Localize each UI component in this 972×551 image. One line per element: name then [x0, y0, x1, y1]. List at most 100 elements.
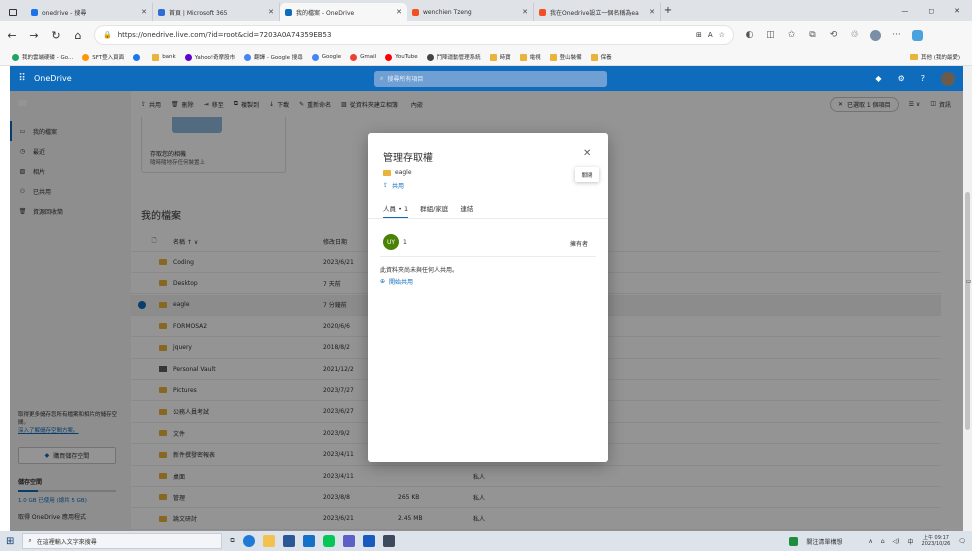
bookmark-item[interactable]: 翻譯 - Google 搜尋	[244, 53, 303, 61]
new-tab-button[interactable]: +	[661, 5, 675, 16]
folder-icon	[489, 53, 497, 61]
minimize-button[interactable]: —	[901, 7, 908, 15]
add-circle-icon: ⊕	[380, 278, 386, 285]
bookmark-item[interactable]	[133, 53, 143, 61]
search-icon: ⌕	[28, 537, 32, 544]
dialog-tab[interactable]: 人員 • 1	[383, 203, 409, 219]
back-icon[interactable]: ←	[6, 29, 18, 42]
bookmark-label: 登山裝備	[559, 55, 582, 61]
folder-icon	[549, 53, 557, 61]
bookmark-item[interactable]: Gmail	[350, 53, 376, 61]
person-divider	[380, 256, 596, 257]
bookmark-item[interactable]: 登山裝備	[549, 53, 582, 61]
volume-icon[interactable]: ◁)	[893, 538, 900, 545]
tab-close-icon[interactable]: ✕	[649, 8, 655, 16]
split-screen-icon[interactable]: ◫	[765, 30, 776, 40]
bookmark-item[interactable]: 我的雲端硬碟 - Go...	[12, 53, 73, 61]
history-icon[interactable]: ⟲	[828, 30, 839, 40]
browser-tab[interactable]: 我在Onedrive設立一個名稱為ea ✕	[534, 3, 661, 21]
browser-tab[interactable]: wenchien Tzeng ✕	[407, 3, 534, 21]
teams-icon[interactable]	[342, 535, 355, 547]
input-lang[interactable]: 中	[908, 537, 914, 546]
folder-icon	[590, 53, 598, 61]
home-icon[interactable]: ⌂	[72, 29, 84, 42]
share-link-button[interactable]: ⇪ 共用	[383, 181, 404, 190]
notification-text[interactable]: 關注清單構想	[806, 537, 842, 546]
browser-tab[interactable]: onedrive - 搜尋 ✕	[26, 3, 153, 21]
tab-close-icon[interactable]: ✕	[141, 8, 147, 16]
yahoo-icon	[184, 53, 192, 61]
browser-tab[interactable]: 首頁 | Microsoft 365 ✕	[153, 3, 280, 21]
app-available-icon[interactable]: ⊞	[696, 31, 702, 39]
taskbar-search[interactable]: ⌕ 在這裡輸入文字來搜尋	[22, 533, 223, 549]
windows-start-icon[interactable]: ⊞	[6, 536, 14, 547]
favorite-star-icon[interactable]: ☆	[719, 31, 725, 39]
favorites-icon[interactable]: ✩	[786, 30, 797, 40]
tab-close-icon[interactable]: ✕	[268, 8, 274, 16]
scrollbar-thumb[interactable]	[965, 192, 970, 430]
profile-icon[interactable]	[870, 29, 881, 41]
dialog-tab[interactable]: 連結	[460, 203, 473, 219]
bookmark-label: Yahoo!奇摩股市	[194, 55, 236, 61]
search-box[interactable]: ⌕ 搜尋所有項目	[374, 70, 607, 87]
mail-icon[interactable]	[302, 535, 315, 547]
bookmark-item[interactable]: 電視	[519, 53, 541, 61]
settings-gear-icon[interactable]: ⚙	[898, 74, 905, 83]
tab-close-icon[interactable]: ✕	[396, 8, 402, 16]
task-view-icon[interactable]: ⧉	[230, 537, 234, 545]
app-icon[interactable]	[382, 535, 395, 547]
clock[interactable]: 上午 09:17 2023/10/26	[922, 535, 951, 547]
bookmark-item[interactable]: Google	[311, 53, 341, 61]
bookmark-item[interactable]: YouTube	[385, 53, 418, 61]
tab-divider	[368, 218, 608, 219]
share-icon: ⇪	[383, 182, 389, 189]
tab-close-icon[interactable]: ✕	[522, 8, 528, 16]
notification-center-icon[interactable]: 🗨	[958, 538, 972, 545]
line-icon[interactable]	[322, 535, 335, 547]
browser-tab[interactable]: 我的檔案 - OneDrive ✕	[280, 3, 407, 21]
extensions-icon[interactable]: ♲	[849, 30, 860, 40]
edge-browser-icon[interactable]	[242, 535, 255, 547]
file-explorer-icon[interactable]	[262, 535, 275, 547]
network-icon[interactable]: ⌂	[881, 538, 885, 545]
tab-actions-icon[interactable]	[0, 3, 26, 21]
onedrive-brand[interactable]: OneDrive	[34, 74, 374, 83]
page-scrollbar[interactable]	[963, 66, 972, 531]
url-field[interactable]: 🔒 https://onedrive.live.com/?id=root&cid…	[94, 25, 734, 45]
bookmark-label: 時寶	[499, 55, 511, 61]
bookmarks-bar: 我的雲端硬碟 - Go... SFT登入頁面 bank Yahoo!奇摩股市 翻譯 - …	[0, 49, 972, 66]
bookmark-item[interactable]: Yahoo!奇摩股市	[184, 53, 236, 61]
tab-favicon-icon	[285, 8, 292, 16]
item-name: eagle	[395, 169, 412, 176]
read-aloud-icon[interactable]: A	[708, 31, 713, 39]
word-icon[interactable]	[362, 535, 375, 547]
bookmark-label: 電視	[529, 55, 541, 61]
account-avatar[interactable]	[941, 71, 955, 86]
url-text: https://onedrive.live.com/?id=root&cid=7…	[117, 31, 332, 39]
bookmark-item[interactable]: 鬥陣運動管理系統	[426, 53, 481, 61]
tab-title: onedrive - 搜尋	[42, 9, 87, 17]
extension-icon[interactable]: ◐	[744, 30, 755, 40]
bookmark-label: 翻譯 - Google 搜尋	[254, 55, 303, 61]
maximize-button[interactable]: ◻	[928, 7, 934, 15]
close-window-button[interactable]: ✕	[954, 7, 960, 15]
tab-favicon-icon	[158, 8, 165, 16]
app-launcher-icon[interactable]: ⠿	[10, 73, 34, 84]
start-sharing-link[interactable]: ⊕ 開始共用	[380, 277, 413, 286]
close-icon[interactable]: ✕	[583, 148, 591, 159]
forward-icon[interactable]: →	[28, 29, 40, 42]
copilot-icon[interactable]	[912, 29, 923, 41]
bookmark-item[interactable]: SFT登入頁面	[82, 53, 124, 61]
help-icon[interactable]: ?	[921, 74, 925, 83]
more-icon[interactable]: ···	[891, 30, 902, 40]
bookmark-item[interactable]: bank	[152, 53, 176, 61]
dialog-tab[interactable]: 群組/家庭	[420, 203, 448, 219]
collections-icon[interactable]: ⧉	[807, 30, 818, 40]
refresh-icon[interactable]: ↻	[50, 29, 62, 42]
store-icon[interactable]	[282, 535, 295, 547]
bookmark-item[interactable]: 時寶	[489, 53, 511, 61]
premium-diamond-icon[interactable]: ◆	[875, 74, 881, 83]
other-favorites[interactable]: 其他 (我的最愛)	[909, 53, 960, 61]
tray-chevron-icon[interactable]: ∧	[868, 538, 872, 545]
bookmark-item[interactable]: 保養	[590, 53, 612, 61]
